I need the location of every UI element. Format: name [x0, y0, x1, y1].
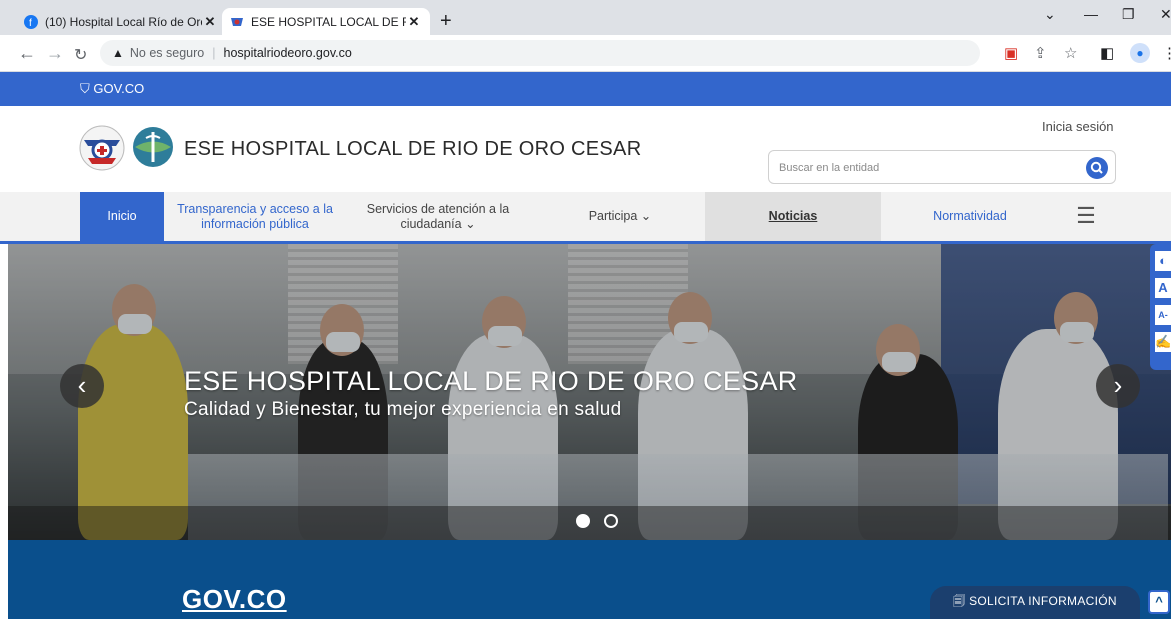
tab-facebook[interactable]: f (10) Hospital Local Río de Oro | F ✕	[16, 8, 226, 35]
contrast-icon[interactable]: ◐	[1155, 251, 1171, 271]
hero-carousel: ESE HOSPITAL LOCAL DE RIO DE ORO CESAR C…	[8, 244, 1171, 540]
security-label: No es seguro	[129, 46, 205, 60]
address-bar: ← → ↻ ▲ No es seguro | hospitalriodeoro.…	[0, 35, 1171, 72]
carousel-next-button[interactable]: ›	[1096, 364, 1140, 408]
font-decrease-icon[interactable]: A-	[1155, 305, 1171, 325]
tab-label: ESE HOSPITAL LOCAL DE RIO DE	[251, 14, 406, 29]
carousel-prev-button[interactable]: ‹	[60, 364, 104, 408]
tab-search-icon[interactable]: ⌄	[1044, 6, 1056, 23]
side-panel-icon[interactable]: ◧	[1100, 44, 1114, 62]
nav-item-participa[interactable]: Participa ⌄	[540, 192, 700, 241]
accessibility-bar: ◐ A A- ✍	[1150, 244, 1171, 370]
font-increase-icon[interactable]: A	[1155, 278, 1171, 298]
site-title[interactable]: ESE HOSPITAL LOCAL DE RIO DE ORO CESAR	[184, 138, 641, 161]
search-input[interactable]	[779, 158, 1079, 178]
gov-bar: ⛉ GOV.CO	[0, 72, 1171, 106]
restore-button[interactable]: ❐	[1122, 6, 1135, 23]
health-caduceus-logo-icon[interactable]	[132, 126, 174, 168]
omnibox[interactable]: ▲ No es seguro | hospitalriodeoro.gov.co	[100, 40, 980, 66]
search-icon	[1090, 161, 1103, 174]
close-window-button[interactable]: ✕	[1160, 6, 1171, 23]
footer-govco-link[interactable]: GOV.CO	[182, 584, 287, 615]
site-header: ESE HOSPITAL LOCAL DE RIO DE ORO CESAR I…	[0, 106, 1171, 192]
facebook-icon: f	[24, 14, 38, 29]
nav-item-inicio[interactable]: Inicio	[80, 192, 164, 241]
more-menu-icon[interactable]: ⋮	[1162, 44, 1171, 62]
minimize-button[interactable]: —	[1084, 6, 1098, 22]
scroll-top-button[interactable]: ^	[1148, 590, 1170, 614]
site-footer: GOV.CO 🗐 SOLICITA INFORMACIÓN ^	[8, 540, 1171, 619]
nav-item-normatividad[interactable]: Normatividad	[895, 192, 1045, 241]
tab-label: (10) Hospital Local Río de Oro | F	[45, 14, 202, 29]
hero-headline: ESE HOSPITAL LOCAL DE RIO DE ORO CESAR	[184, 366, 798, 396]
main-nav: Inicio Transparencia y acceso a la infor…	[0, 192, 1171, 244]
gov-shield-icon: ⛉	[80, 81, 94, 96]
reload-icon[interactable]: ↻	[74, 45, 87, 65]
tab-hospital[interactable]: ESE HOSPITAL LOCAL DE RIO DE ✕	[222, 8, 430, 35]
share-icon[interactable]: ⇪	[1034, 44, 1047, 62]
tab-close-icon[interactable]: ✕	[406, 14, 422, 30]
search-button[interactable]	[1086, 157, 1108, 179]
new-tab-button[interactable]: +	[440, 10, 452, 33]
carousel-dot-2[interactable]	[604, 514, 618, 528]
divider: |	[212, 46, 216, 60]
url-text[interactable]: hospitalriodeoro.gov.co	[224, 46, 352, 60]
hospital-favicon-icon	[231, 17, 243, 26]
govco-label: GOV.CO	[93, 81, 145, 96]
nav-item-noticias[interactable]: Noticias	[705, 192, 881, 241]
chevron-left-icon: ‹	[77, 370, 87, 400]
govco-logo[interactable]: ⛉ GOV.CO	[80, 81, 144, 97]
warning-icon[interactable]: ▲	[112, 46, 124, 60]
hospital-logo-icon[interactable]	[78, 124, 126, 172]
chevron-up-icon: ^	[1155, 594, 1163, 609]
tab-close-icon[interactable]: ✕	[202, 14, 218, 30]
nav-item-transparencia[interactable]: Transparencia y acceso a la información …	[172, 192, 338, 241]
nav-item-servicios[interactable]: Servicios de atención a la ciudadanía ⌄	[348, 192, 528, 241]
browser-tab-bar: f (10) Hospital Local Río de Oro | F ✕ E…	[0, 0, 1171, 35]
svg-text:f: f	[29, 18, 32, 29]
forward-icon[interactable]: →	[46, 43, 64, 64]
login-link[interactable]: Inicia sesión	[1042, 119, 1114, 134]
sign-language-icon[interactable]: ✍	[1155, 332, 1171, 352]
hero-subline: Calidad y Bienestar, tu mejor experienci…	[184, 399, 622, 420]
search-box	[768, 150, 1116, 184]
carousel-dot-1[interactable]	[576, 514, 590, 528]
cast-icon[interactable]: ▣	[1004, 44, 1018, 62]
chevron-right-icon: ›	[1113, 370, 1123, 400]
profile-avatar-icon[interactable]: ●	[1130, 43, 1150, 63]
bookmark-star-icon[interactable]: ☆	[1064, 44, 1077, 62]
solicita-informacion-button[interactable]: 🗐 SOLICITA INFORMACIÓN	[930, 586, 1140, 619]
hamburger-menu-icon[interactable]: ☰	[1066, 192, 1106, 241]
back-icon[interactable]: ←	[18, 43, 36, 64]
